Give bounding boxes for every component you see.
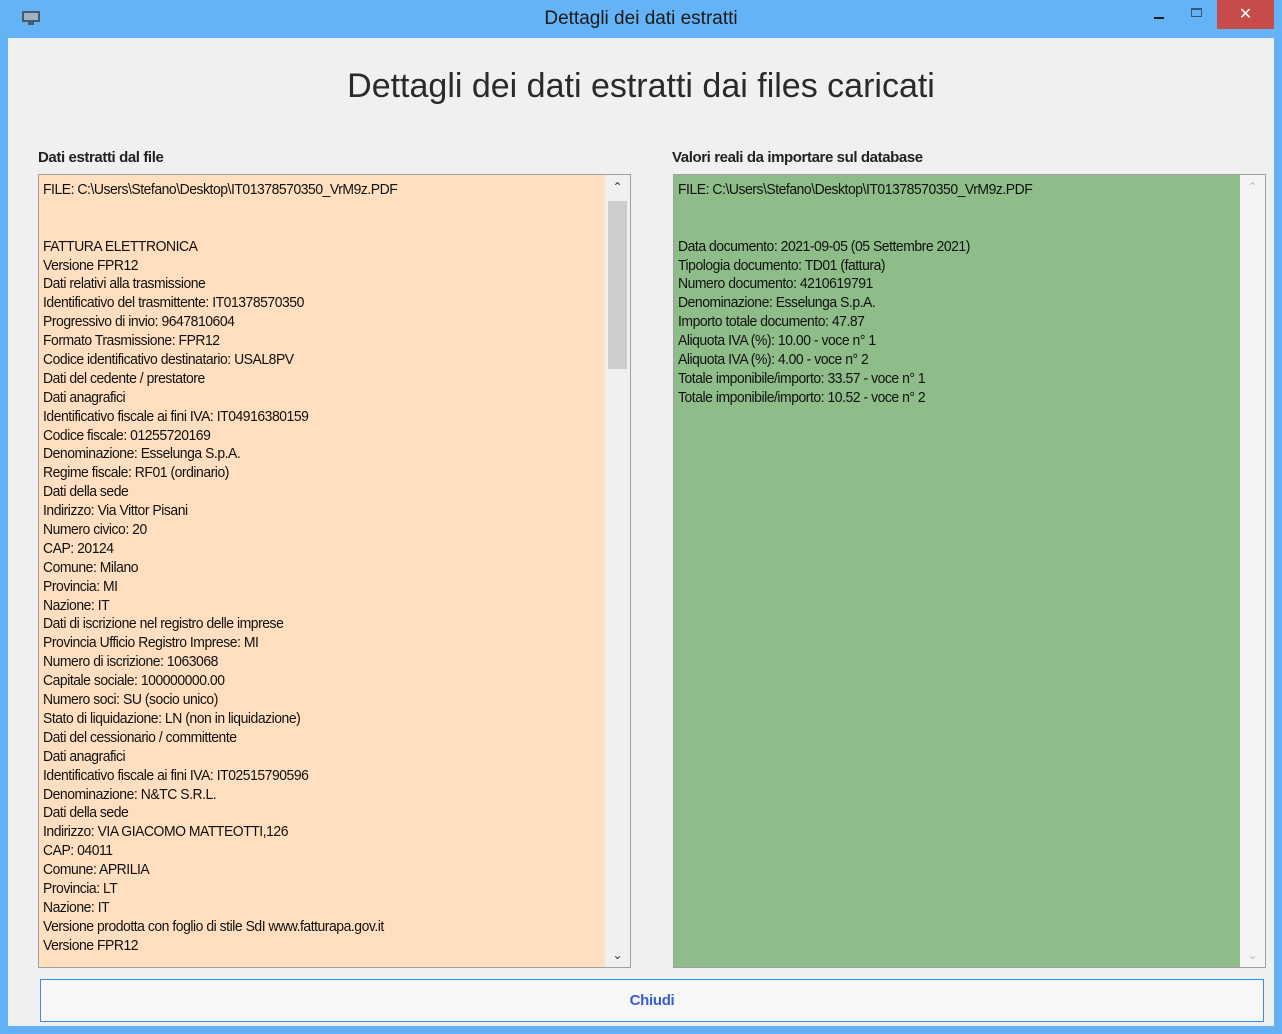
extracted-data-label: Dati estratti dal file [38,149,164,166]
client-area: Dettagli dei dati estratti dai files car… [8,38,1274,1026]
text-line: Capitale sociale: 100000000.00 [43,672,225,690]
minimize-icon[interactable] [1142,0,1176,30]
text-line: Dati anagrafici [43,747,126,765]
text-line: Provincia: MI [43,577,118,595]
text-line: Provincia: LT [43,879,118,897]
title-bar[interactable]: Dettagli dei dati estratti ✕ [0,0,1282,38]
text-line: Numero documento: 4210619791 [678,275,873,293]
text-line: FILE: C:\Users\Stefano\Desktop\IT0137857… [43,181,398,198]
text-line: Tipologia documento: TD01 (fattura) [678,256,886,274]
extracted-data-scrollbar[interactable]: ⌃ ⌄ [605,175,630,967]
page-title: Dettagli dei dati estratti dai files car… [347,67,935,105]
database-values-text: FILE: C:\Users\Stefano\Desktop\IT0137857… [678,181,1199,408]
text-line: Stato di liquidazione: LN (non in liquid… [43,709,301,727]
text-line [678,219,1199,238]
text-line: Formato Trasmissione: FPR12 [43,332,220,350]
text-line: Denominazione: Esselunga S.p.A. [678,294,876,312]
text-line [43,219,564,238]
text-line: Numero di iscrizione: 1063068 [43,653,218,671]
text-line: Progressivo di invio: 9647810604 [43,313,235,331]
text-line [678,200,1199,219]
text-line: Versione FPR12 [43,256,139,274]
text-line: Indirizzo: Via Vittor Pisani [43,502,188,520]
text-line: Denominazione: Esselunga S.p.A. [43,445,241,463]
text-line: FILE: C:\Users\Stefano\Desktop\IT0137857… [678,181,1033,198]
app-window: Dettagli dei dati estratti ✕ Dettagli de… [0,0,1282,1034]
database-values-label: Valori reali da importare sul database [672,149,923,166]
text-line: Identificativo del trasmittente: IT01378… [43,294,304,312]
text-line: Versione prodotta con foglio di stile Sd… [43,917,384,935]
text-line: Dati della sede [43,483,129,501]
text-line: Dati del cessionario / committente [43,728,237,746]
text-line: Aliquota IVA (%): 10.00 - voce n° 1 [678,332,876,350]
text-line: Data documento: 2021-09-05 (05 Settembre… [678,237,970,255]
close-button[interactable]: Chiudi [40,979,1264,1022]
chevron-up-icon[interactable]: ⌃ [605,175,630,199]
text-line: Numero civico: 20 [43,521,147,539]
text-line: Dati del cedente / prestatore [43,369,205,387]
text-line: Dati di iscrizione nel registro delle im… [43,615,284,633]
text-line: Totale imponibile/importo: 10.52 - voce … [678,388,926,406]
text-line: Indirizzo: VIA GIACOMO MATTEOTTI,126 [43,823,289,841]
maximize-icon[interactable] [1180,0,1214,30]
text-line: Codice identificativo destinatario: USAL… [43,351,294,369]
text-line: Dati anagrafici [43,388,126,406]
text-line: CAP: 20124 [43,539,114,557]
text-line: Totale imponibile/importo: 33.57 - voce … [678,369,926,387]
chevron-up-icon: ⌃ [1247,180,1258,194]
text-line: Importo totale documento: 47.87 [678,313,865,331]
text-line: Codice fiscale: 01255720169 [43,426,211,444]
text-line: Aliquota IVA (%): 4.00 - voce n° 2 [678,351,869,369]
text-line: Denominazione: N&TC S.R.L. [43,785,217,803]
extracted-data-text: FILE: C:\Users\Stefano\Desktop\IT0137857… [43,181,564,956]
text-line: CAP: 04011 [43,842,113,860]
text-line: Comune: Milano [43,558,139,576]
text-line: Numero soci: SU (socio unico) [43,691,218,709]
text-line: Dati della sede [43,804,129,822]
text-line: Nazione: IT [43,898,110,916]
chevron-down-icon: ⌄ [1247,948,1258,962]
close-icon[interactable]: ✕ [1217,0,1274,29]
text-line: FATTURA ELETTRONICA [43,237,198,255]
text-line: Comune: APRILIA [43,861,150,879]
database-values-textbox[interactable]: FILE: C:\Users\Stefano\Desktop\IT0137857… [673,174,1266,968]
chevron-down-icon[interactable]: ⌄ [605,943,630,967]
text-line: Versione FPR12 [43,936,139,954]
text-line [43,200,564,219]
text-line: Regime fiscale: RF01 (ordinario) [43,464,229,482]
window-title: Dettagli dei dati estratti [544,8,738,29]
scroll-thumb[interactable] [608,201,627,369]
extracted-data-textbox[interactable]: FILE: C:\Users\Stefano\Desktop\IT0137857… [38,174,631,968]
text-line: Nazione: IT [43,596,110,614]
text-line: Identificativo fiscale ai fini IVA: IT04… [43,407,309,425]
text-line: Dati relativi alla trasmissione [43,275,206,293]
database-values-scrollbar[interactable]: ⌃ ⌄ [1240,175,1265,967]
text-line: Provincia Ufficio Registro Imprese: MI [43,634,259,652]
text-line: Identificativo fiscale ai fini IVA: IT02… [43,766,309,784]
